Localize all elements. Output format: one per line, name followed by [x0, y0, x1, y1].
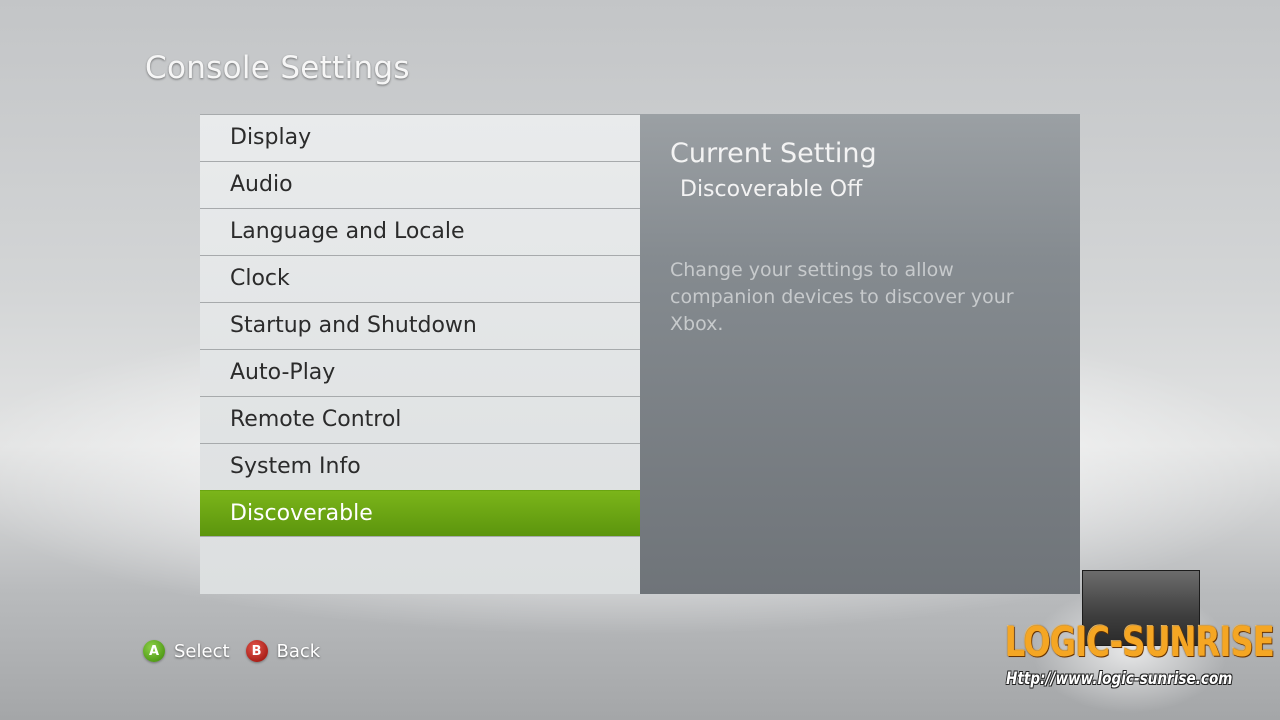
detail-panel: Current Setting Discoverable Off Change …: [640, 114, 1080, 594]
setting-description: Change your settings to allow companion …: [670, 259, 1014, 335]
current-setting-heading: Current Setting: [670, 138, 877, 169]
menu-item-display[interactable]: Display: [200, 114, 640, 161]
menu-item-audio[interactable]: Audio: [200, 161, 640, 208]
watermark-url: Http://www.logic-sunrise.com: [1006, 669, 1233, 689]
menu-item-startup-and-shutdown[interactable]: Startup and Shutdown: [200, 302, 640, 349]
back-hint[interactable]: B Back: [245, 640, 321, 662]
watermark: LOGIC-SUNRISE Http://www.logic-sunrise.c…: [980, 570, 1275, 720]
watermark-logo: LOGIC-SUNRISE: [1005, 618, 1275, 666]
button-hints: A Select B Back: [143, 639, 336, 663]
menu-item-discoverable[interactable]: Discoverable: [200, 490, 640, 537]
a-button-icon: A: [143, 640, 165, 662]
menu-item-remote-control[interactable]: Remote Control: [200, 396, 640, 443]
menu-item-language-and-locale[interactable]: Language and Locale: [200, 208, 640, 255]
menu-item-clock[interactable]: Clock: [200, 255, 640, 302]
select-hint[interactable]: A Select: [143, 640, 230, 662]
select-label: Select: [174, 640, 230, 662]
back-label: Back: [276, 640, 321, 662]
settings-menu: Display Audio Language and Locale Clock …: [200, 114, 640, 594]
b-button-icon: B: [245, 640, 268, 662]
menu-item-system-info[interactable]: System Info: [200, 443, 640, 490]
menu-item-auto-play[interactable]: Auto-Play: [200, 349, 640, 396]
current-setting-value: Discoverable Off: [680, 177, 863, 202]
page-title: Console Settings: [145, 50, 410, 86]
